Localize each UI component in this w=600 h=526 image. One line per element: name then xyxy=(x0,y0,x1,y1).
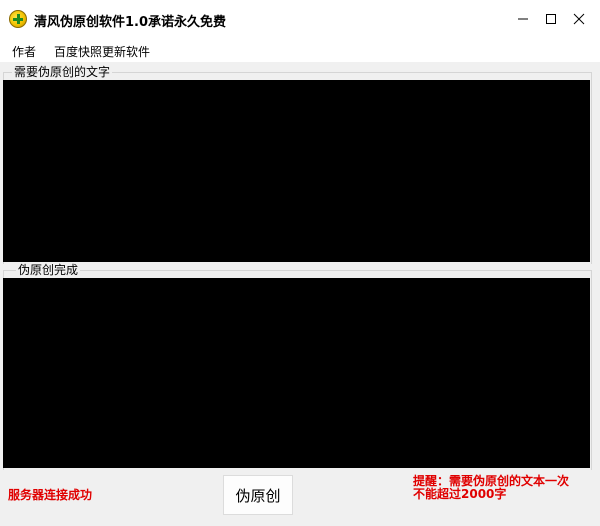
length-notice: 提醒：需要伪原创的文本一次 不能超过2000字 xyxy=(413,475,593,501)
source-text-input[interactable] xyxy=(3,80,590,262)
app-icon xyxy=(9,10,27,28)
maximize-icon xyxy=(546,14,556,24)
rewrite-button[interactable]: 伪原创 xyxy=(223,475,293,515)
close-icon xyxy=(573,13,585,25)
input-group-label: 需要伪原创的文字 xyxy=(12,65,113,79)
result-text-output[interactable] xyxy=(3,278,590,468)
menu-item-baidu-snapshot[interactable]: 百度快照更新软件 xyxy=(54,43,150,60)
window-title: 清风伪原创软件1.0承诺永久免费 xyxy=(34,15,227,30)
menu-item-author[interactable]: 作者 xyxy=(12,43,36,60)
minimize-button[interactable] xyxy=(508,0,538,38)
maximize-button[interactable] xyxy=(536,0,566,38)
minimize-icon xyxy=(518,18,528,20)
output-group-label: 伪原创完成 xyxy=(16,263,81,277)
close-button[interactable] xyxy=(564,0,594,38)
connection-status: 服务器连接成功 xyxy=(8,488,93,502)
notice-line-2: 不能超过2000字 xyxy=(413,487,507,501)
title-bar: 清风伪原创软件1.0承诺永久免费 xyxy=(0,0,600,40)
menu-bar: 作者 百度快照更新软件 xyxy=(0,40,600,62)
